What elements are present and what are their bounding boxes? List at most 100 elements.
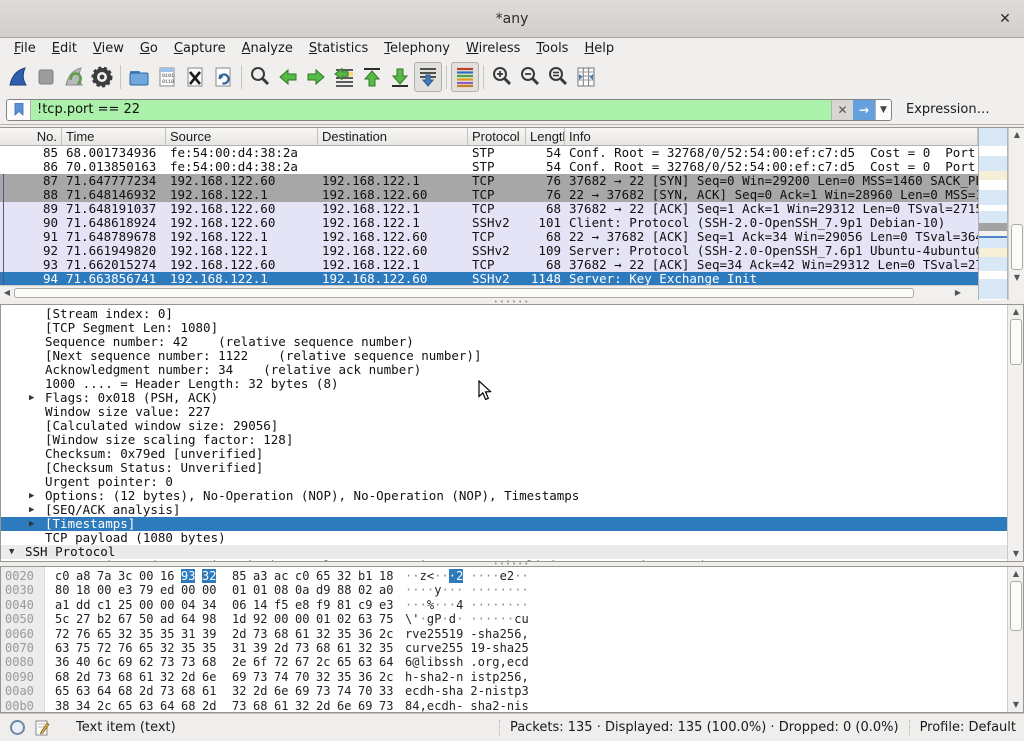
hex-row[interactable]: 006072766532353531392d7368613235362crve2… bbox=[1, 627, 1007, 641]
packet-row[interactable]: 9171.648789678192.168.122.1192.168.122.6… bbox=[0, 230, 978, 244]
go-forward-button[interactable] bbox=[302, 62, 330, 92]
column-header-info[interactable]: Info bbox=[565, 128, 978, 145]
go-last-button[interactable] bbox=[386, 62, 414, 92]
filter-history-dropdown[interactable]: ▼ bbox=[875, 99, 891, 121]
column-header-source[interactable]: Source bbox=[166, 128, 318, 145]
scroll-down-icon[interactable]: ▼ bbox=[1008, 699, 1024, 711]
scroll-up-icon[interactable]: ▲ bbox=[1008, 306, 1024, 318]
detail-line[interactable]: TCP payload (1080 bytes) bbox=[1, 531, 1007, 545]
packet-row[interactable]: 8971.648191037192.168.122.60192.168.122.… bbox=[0, 202, 978, 216]
filter-bookmark-button[interactable] bbox=[7, 99, 31, 121]
packet-row[interactable]: 9271.661949820192.168.122.1192.168.122.6… bbox=[0, 244, 978, 258]
collapsed-arrow-icon[interactable]: ▶ bbox=[29, 559, 34, 561]
packet-row[interactable]: 8670.013850163fe:54:00:d4:38:2aSTP54Conf… bbox=[0, 160, 978, 174]
add-filter-button[interactable]: + bbox=[1014, 100, 1024, 119]
detail-line[interactable]: Acknowledgment number: 34 (relative ack … bbox=[1, 363, 1007, 377]
menu-wireless[interactable]: Wireless bbox=[458, 40, 528, 57]
details-vscrollbar[interactable]: ▲ ▼ bbox=[1007, 305, 1023, 561]
detail-line[interactable]: Urgent pointer: 0 bbox=[1, 475, 1007, 489]
column-header-no[interactable]: No. bbox=[0, 128, 62, 145]
detail-line[interactable]: [Checksum Status: Unverified] bbox=[1, 461, 1007, 475]
detail-line[interactable]: [Stream index: 0] bbox=[1, 307, 1007, 321]
menu-file[interactable]: File bbox=[6, 40, 44, 57]
detail-line[interactable]: [TCP Segment Len: 1080] bbox=[1, 321, 1007, 335]
packet-row[interactable]: 8871.648146932192.168.122.1192.168.122.6… bbox=[0, 188, 978, 202]
menu-help[interactable]: Help bbox=[576, 40, 622, 57]
hex-row[interactable]: 00505c27b26750ad64981d92000001026375\'·g… bbox=[1, 612, 1007, 626]
hex-row[interactable]: 0020c0a87a3c0016933285a3acc06532b118··z<… bbox=[1, 569, 1007, 583]
detail-line[interactable]: [Calculated window size: 29056] bbox=[1, 419, 1007, 433]
collapsed-arrow-icon[interactable]: ▶ bbox=[29, 517, 34, 531]
open-file-button[interactable] bbox=[125, 62, 153, 92]
hscroll-thumb[interactable] bbox=[14, 288, 914, 298]
vscroll-thumb[interactable] bbox=[1011, 224, 1023, 270]
detail-line[interactable]: Window size value: 227 bbox=[1, 405, 1007, 419]
vscroll-thumb[interactable] bbox=[1010, 581, 1022, 631]
close-window-icon[interactable]: ✕ bbox=[996, 10, 1014, 28]
go-to-packet-button[interactable] bbox=[330, 62, 358, 92]
detail-line[interactable]: ▶[SEQ/ACK analysis] bbox=[1, 503, 1007, 517]
hex-row[interactable]: 00b038342c656364682d736861322d6e697384,e… bbox=[1, 699, 1007, 712]
auto-scroll-button[interactable] bbox=[414, 62, 442, 92]
menu-go[interactable]: Go bbox=[132, 40, 166, 57]
zoom-out-button[interactable] bbox=[516, 62, 544, 92]
display-filter-field[interactable]: !tcp.port == 22 ✕ → ▼ bbox=[6, 99, 892, 121]
column-header-time[interactable]: Time bbox=[62, 128, 166, 145]
zoom-reset-button[interactable] bbox=[544, 62, 572, 92]
packet-list-vscrollbar[interactable]: ▲ ▼ bbox=[1008, 128, 1024, 300]
scroll-down-icon[interactable]: ▼ bbox=[1008, 548, 1024, 560]
filter-apply-button[interactable]: → bbox=[853, 99, 875, 121]
expert-info-icon[interactable] bbox=[10, 720, 25, 735]
packet-row[interactable]: 8568.001734936fe:54:00:d4:38:2aSTP54Conf… bbox=[0, 146, 978, 160]
packet-row[interactable]: 9371.662015274192.168.122.60192.168.122.… bbox=[0, 258, 978, 272]
go-first-button[interactable] bbox=[358, 62, 386, 92]
expanded-arrow-icon[interactable]: ▼ bbox=[9, 545, 14, 559]
hex-row[interactable]: 008036406c69627373682e6f72672c6563646@li… bbox=[1, 655, 1007, 669]
hex-row[interactable]: 0090682d736861322d6e697374703235362ch-sh… bbox=[1, 670, 1007, 684]
packet-list-hscrollbar[interactable]: ◀ ▶ bbox=[0, 285, 978, 300]
menu-capture[interactable]: Capture bbox=[166, 40, 234, 57]
start-capture-button[interactable] bbox=[4, 62, 32, 92]
scroll-right-icon[interactable]: ▶ bbox=[952, 287, 964, 299]
menu-view[interactable]: View bbox=[85, 40, 132, 57]
detail-line[interactable]: ▶[Timestamps] bbox=[1, 517, 1007, 531]
detail-line[interactable]: [Window size scaling factor: 128] bbox=[1, 433, 1007, 447]
hex-row[interactable]: 0070637572766532353531392d7368613235curv… bbox=[1, 641, 1007, 655]
hex-row[interactable]: 0040a1ddc125000004340614f5e8f981c9e3···%… bbox=[1, 598, 1007, 612]
detail-line[interactable]: Sequence number: 42 (relative sequence n… bbox=[1, 335, 1007, 349]
scroll-up-icon[interactable]: ▲ bbox=[1008, 568, 1024, 580]
hex-row[interactable]: 00a0656364682d736861322d6e6973747033ecdh… bbox=[1, 684, 1007, 698]
display-filter-input[interactable]: !tcp.port == 22 bbox=[31, 102, 831, 117]
titlebar[interactable]: *any ✕ bbox=[0, 0, 1024, 38]
detail-line[interactable]: ▶Options: (12 bytes), No-Operation (NOP)… bbox=[1, 489, 1007, 503]
save-file-button[interactable]: 01010110 bbox=[153, 62, 181, 92]
capture-options-button[interactable] bbox=[88, 62, 116, 92]
column-header-length[interactable]: Length bbox=[526, 128, 565, 145]
packet-row[interactable]: 9471.663856741192.168.122.1192.168.122.6… bbox=[0, 272, 978, 285]
bytes-vscrollbar[interactable]: ▲ ▼ bbox=[1007, 567, 1023, 712]
intelligent-scrollbar-minimap[interactable] bbox=[978, 128, 1008, 300]
scroll-down-icon[interactable]: ▼ bbox=[1009, 272, 1024, 284]
menu-statistics[interactable]: Statistics bbox=[301, 40, 376, 57]
column-header-destination[interactable]: Destination bbox=[318, 128, 468, 145]
zoom-in-button[interactable] bbox=[488, 62, 516, 92]
close-file-button[interactable] bbox=[181, 62, 209, 92]
collapsed-arrow-icon[interactable]: ▶ bbox=[29, 503, 34, 517]
scroll-left-icon[interactable]: ◀ bbox=[1, 287, 13, 299]
menu-analyze[interactable]: Analyze bbox=[234, 40, 301, 57]
scroll-up-icon[interactable]: ▲ bbox=[1009, 129, 1024, 141]
stop-capture-button[interactable] bbox=[32, 62, 60, 92]
menu-telephony[interactable]: Telephony bbox=[376, 40, 458, 57]
status-profile[interactable]: Profile: Default bbox=[920, 720, 1024, 735]
column-header-protocol[interactable]: Protocol bbox=[468, 128, 526, 145]
packet-row[interactable]: 8771.647777234192.168.122.60192.168.122.… bbox=[0, 174, 978, 188]
expression-button[interactable]: Expression… bbox=[906, 102, 990, 117]
capture-comment-icon[interactable] bbox=[35, 720, 50, 736]
hex-row[interactable]: 0030801800e379ed00000101080ad98802a0····… bbox=[1, 583, 1007, 597]
collapsed-arrow-icon[interactable]: ▶ bbox=[29, 391, 34, 405]
go-back-button[interactable] bbox=[274, 62, 302, 92]
detail-line[interactable]: ▼SSH Protocol bbox=[1, 545, 1007, 559]
detail-line[interactable]: 1000 .... = Header Length: 32 bytes (8) bbox=[1, 377, 1007, 391]
vscroll-thumb[interactable] bbox=[1010, 319, 1022, 365]
menu-edit[interactable]: Edit bbox=[44, 40, 85, 57]
